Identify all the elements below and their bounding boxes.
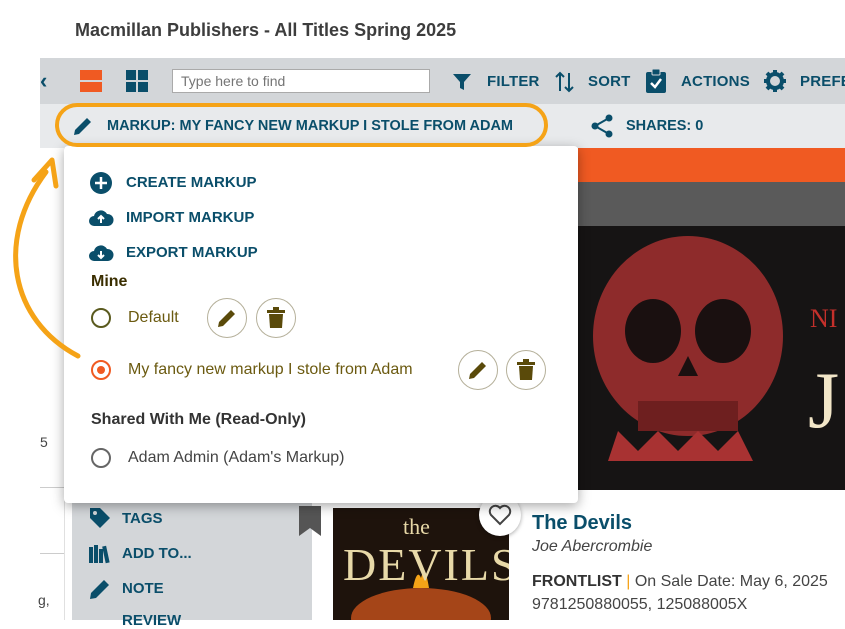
annotation-arrow [13,157,81,359]
